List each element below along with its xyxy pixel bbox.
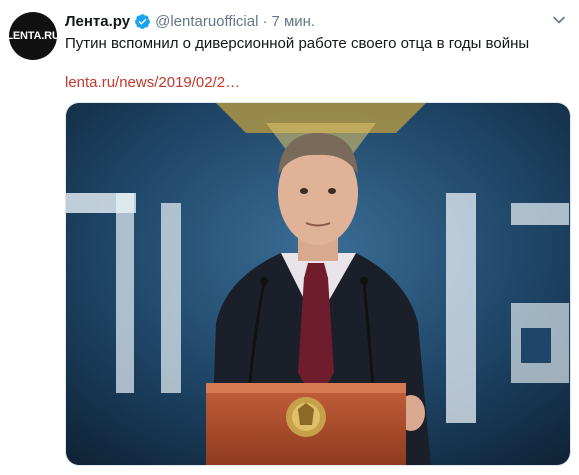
- tweet-header: Лента.ру @lentaruofficial · 7 мин.: [65, 11, 569, 31]
- author-name[interactable]: Лента.ру: [65, 13, 130, 30]
- verified-badge-icon: [134, 13, 151, 30]
- tweet-link[interactable]: lenta.ru/news/2019/02/2…: [65, 74, 240, 91]
- avatar-label: LENTA.RU: [6, 30, 60, 42]
- avatar[interactable]: LENTA.RU: [6, 12, 60, 60]
- author-handle[interactable]: @lentaruofficial: [155, 13, 258, 30]
- separator-dot: ·: [262, 12, 268, 30]
- tweet-photo[interactable]: [65, 102, 571, 466]
- chevron-down-icon[interactable]: [551, 12, 567, 28]
- tweet-text: Путин вспомнил о диверсионной работе сво…: [65, 35, 530, 52]
- tweet-timestamp[interactable]: 7 мин.: [271, 13, 315, 30]
- photo-illustration: [66, 103, 570, 465]
